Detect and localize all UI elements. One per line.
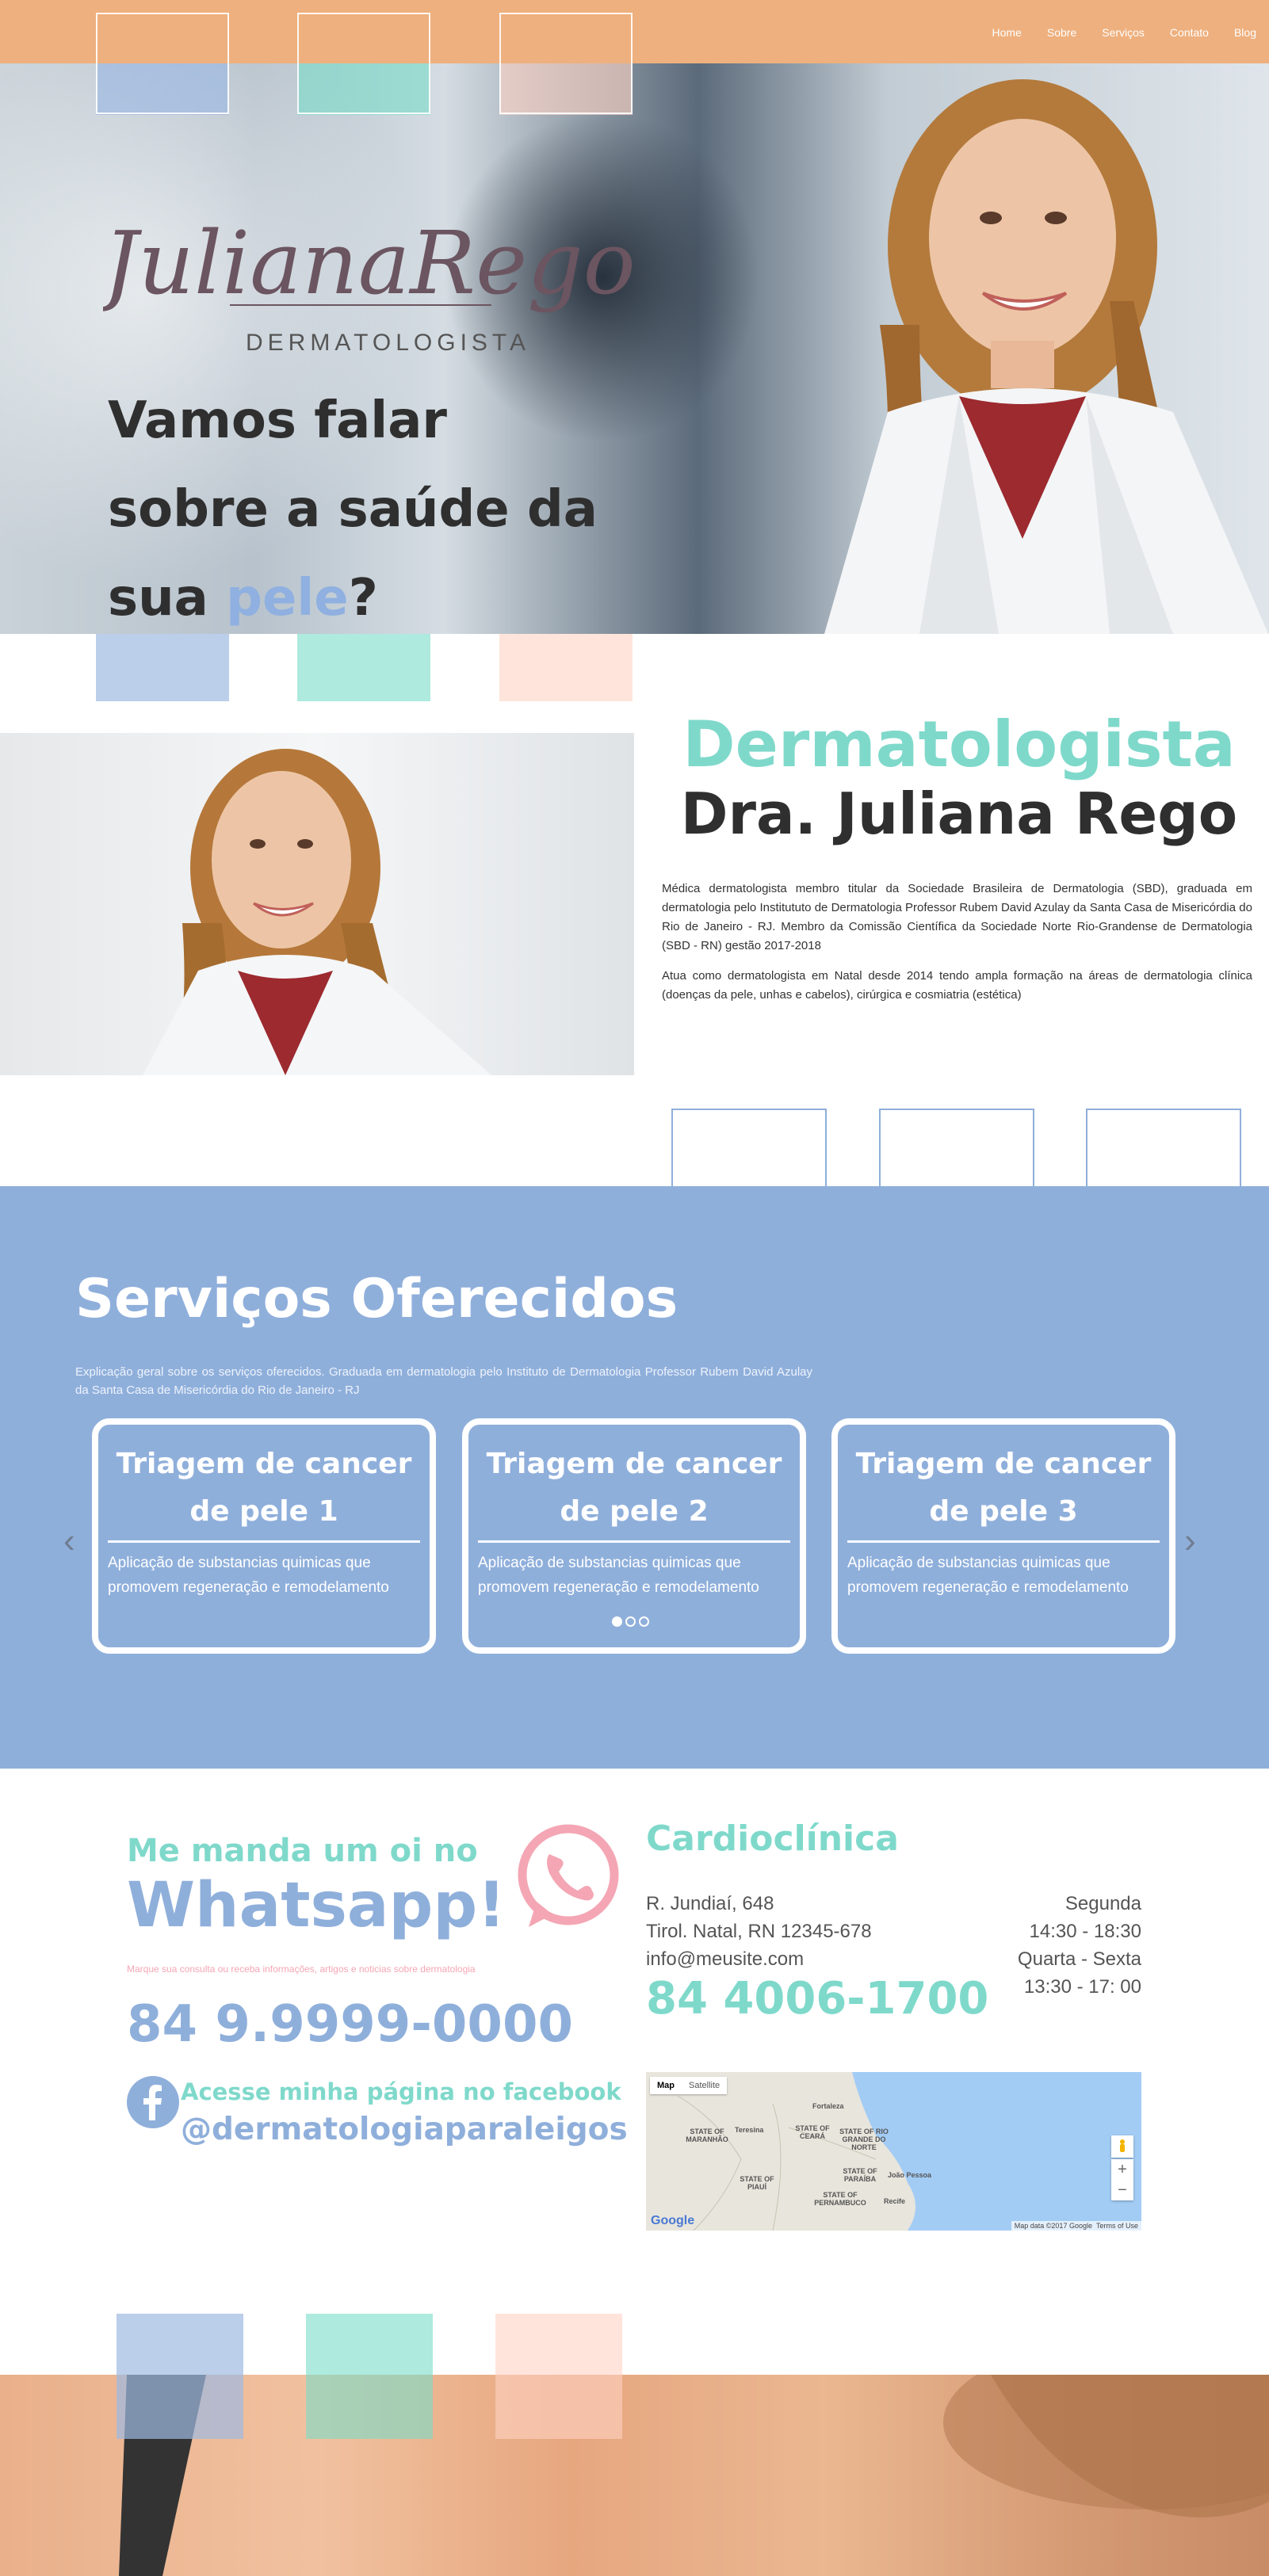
decor-square-outline — [297, 13, 430, 114]
about-paragraph-1: Médica dermatologista membro titular da … — [662, 882, 1252, 952]
clinic-phone[interactable]: 84 4006-1700 — [646, 1973, 988, 2025]
facebook-cta[interactable]: Acesse minha página no facebook — [181, 2078, 621, 2105]
map-view-button[interactable]: Map — [650, 2077, 682, 2094]
service-card-text: Aplicação de substancias quimicas que pr… — [847, 1555, 1129, 1596]
map-attribution: Map data ©2017 Google Terms of Use — [1011, 2221, 1141, 2231]
nav-blog-link[interactable]: Blog — [1234, 26, 1256, 39]
service-card-title: Triagem de cancer de pele 2 — [486, 1448, 782, 1528]
doctor-portrait-image — [824, 79, 1268, 634]
logo-subtitle: DERMATOLOGISTA — [246, 330, 530, 356]
nav-contato-link[interactable]: Contato — [1170, 26, 1209, 39]
decor-square-outline — [96, 13, 229, 114]
service-card-title: Triagem de cancer de pele 1 — [116, 1448, 412, 1528]
about-title: Dermatologista — [682, 708, 1236, 781]
carousel-prev-arrow[interactable]: ‹ — [63, 1524, 79, 1559]
google-map[interactable]: Fortaleza Teresina STATE OF MARANHÃO STA… — [646, 2072, 1141, 2231]
logo-script-text: JulianaRego — [103, 212, 636, 314]
clinic-address: R. Jundiaí, 648 Tirol. Natal, RN 12345-6… — [646, 1890, 872, 1973]
headline-highlight: pele — [226, 569, 349, 628]
decor-square-outline — [671, 1109, 827, 1264]
about-doctor-photo — [0, 733, 634, 1075]
whatsapp-icon[interactable] — [511, 1822, 622, 1933]
service-card-title: Triagem de cancer de pele 3 — [855, 1448, 1152, 1528]
facebook-icon[interactable] — [127, 2076, 179, 2128]
nav-sobre-link[interactable]: Sobre — [1047, 26, 1076, 39]
hero-banner: JulianaRego DERMATOLOGISTA Vamos falar s… — [0, 63, 1269, 634]
decor-square-green — [297, 634, 430, 701]
clinic-name: Cardioclínica — [646, 1818, 899, 1859]
carousel-dot-2[interactable] — [625, 1616, 636, 1627]
whatsapp-heading: Whatsapp! — [127, 1870, 506, 1941]
whatsapp-intro: Me manda um oi no — [127, 1833, 478, 1869]
zoom-out-button[interactable]: − — [1111, 2180, 1133, 2200]
facebook-handle[interactable]: @dermatologiaparaleigos — [181, 2112, 628, 2147]
carousel-next-arrow[interactable]: › — [1184, 1524, 1200, 1559]
about-paragraph-2: Atua como dermatologista em Natal desde … — [662, 969, 1252, 1002]
whatsapp-caption: Marque sua consulta ou receba informaçõe… — [127, 1963, 476, 1975]
juliana-rego-logo: JulianaRego DERMATOLOGISTA — [103, 212, 636, 356]
service-card[interactable]: Triagem de cancer de pele 3 Aplicação de … — [831, 1418, 1175, 1654]
decor-square-green — [306, 2314, 433, 2439]
clinic-email[interactable]: info@meusite.com — [646, 1945, 872, 1973]
decor-square-blue — [96, 634, 229, 701]
satellite-view-button[interactable]: Satellite — [682, 2077, 727, 2094]
nav-menu: Home Sobre Serviços Contato Blog — [992, 26, 1256, 39]
decor-square-outline — [499, 13, 633, 114]
clinic-hours: Segunda 14:30 - 18:30 Quarta - Sexta 13:… — [1017, 1893, 1141, 1998]
decor-square-blue — [117, 2314, 243, 2439]
street-view-pegman-icon[interactable] — [1111, 2135, 1133, 2158]
hero-headline: Vamos falar sobre a saúde da sua pele? — [108, 391, 598, 628]
map-terms-link[interactable]: Terms of Use — [1096, 2222, 1138, 2230]
zoom-in-button[interactable]: + — [1111, 2159, 1133, 2180]
carousel-dot-3[interactable] — [639, 1616, 649, 1627]
nav-servicos-link[interactable]: Serviços — [1102, 26, 1145, 39]
decor-square-outline — [879, 1109, 1034, 1264]
services-description: Explicação geral sobre os serviços ofere… — [75, 1365, 812, 1397]
decor-square-peach — [495, 2314, 622, 2439]
decor-square-outline — [1086, 1109, 1241, 1264]
whatsapp-phone[interactable]: 84 9.9999-0000 — [127, 1995, 573, 2054]
service-card-text: Aplicação de substancias quimicas que pr… — [108, 1555, 389, 1596]
carousel-dot-1[interactable] — [612, 1616, 622, 1627]
services-title: Serviços Oferecidos — [75, 1268, 678, 1330]
nav-home-link[interactable]: Home — [992, 26, 1022, 39]
google-logo: Google — [651, 2214, 695, 2227]
map-zoom-control: + − — [1111, 2159, 1133, 2200]
map-type-control: Map Satellite — [650, 2077, 728, 2094]
service-card[interactable]: Triagem de cancer de pele 1 Aplicação de … — [92, 1418, 436, 1654]
about-doctor-name: Dra. Juliana Rego — [680, 780, 1238, 847]
carousel-dots — [612, 1616, 649, 1627]
decor-square-peach — [499, 634, 633, 701]
service-card-text: Aplicação de substancias quimicas que pr… — [478, 1555, 759, 1596]
